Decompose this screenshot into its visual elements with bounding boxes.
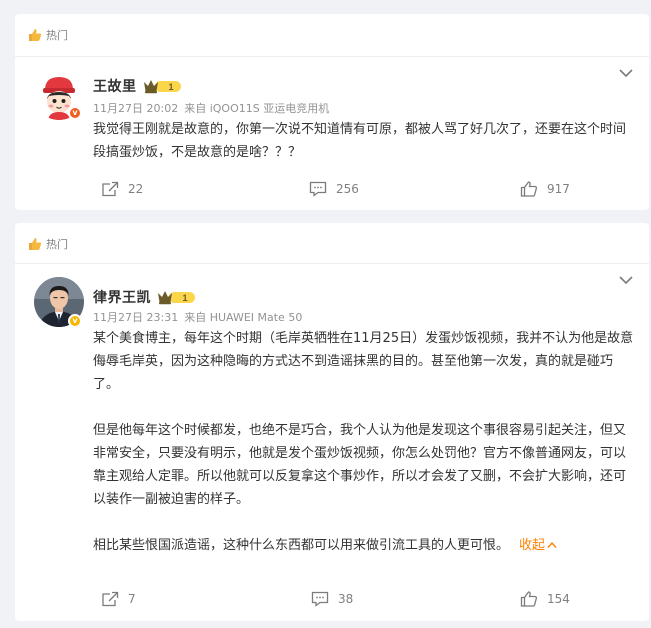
post-body: 我觉得王刚就是故意的，你第一次说不知道情有可原，都被人骂了好几次了，还要在这个时… <box>93 118 638 164</box>
divider <box>15 56 649 57</box>
paragraph-text: 相比某些恨国派造谣，这种什么东西都可以用来做引流工具的人更可恨。 <box>93 538 510 553</box>
thumbs-up-icon <box>29 238 42 250</box>
like-count: 917 <box>547 182 570 196</box>
hot-tag: 热门 <box>27 26 68 44</box>
post-meta: 11月27日 20:02 来自 iQOO11S 亚运电竞用机 <box>93 100 329 116</box>
repost-count: 22 <box>128 182 144 196</box>
repost-icon <box>102 181 119 197</box>
repost-button[interactable]: 7 <box>101 591 136 607</box>
timestamp[interactable]: 11月27日 23:31 <box>93 309 178 325</box>
action-bar: 7 38 154 <box>15 591 649 611</box>
like-icon <box>520 181 538 197</box>
like-button[interactable]: 917 <box>520 181 570 197</box>
repost-button[interactable]: 22 <box>101 181 143 197</box>
hot-label: 热门 <box>46 238 68 251</box>
comment-card: 热门 v 王故里 1 11月27日 20:02 来自 iQOO11S 亚运电竞用… <box>15 14 649 210</box>
verified-badge-icon: v <box>68 106 82 120</box>
crown-level-icon: 1 <box>143 80 181 94</box>
author-name[interactable]: 王故里 <box>93 76 137 96</box>
repost-count: 7 <box>128 592 136 606</box>
comment-count: 38 <box>338 592 354 606</box>
chevron-up-icon <box>547 541 557 548</box>
source-device: 来自 HUAWEI Mate 50 <box>184 311 303 324</box>
comment-icon <box>311 591 329 607</box>
comment-card: 热门 v 律界王凯 1 11月27日 23:31 来自 HUAWEI Mate … <box>15 223 649 621</box>
thumbs-up-icon <box>29 29 42 41</box>
crown-level-icon: 1 <box>158 291 195 305</box>
like-count: 154 <box>547 592 570 606</box>
comment-button[interactable]: 38 <box>311 591 353 607</box>
comment-button[interactable]: 256 <box>309 181 359 197</box>
hot-tag: 热门 <box>27 235 68 253</box>
chevron-down-icon[interactable] <box>619 68 633 78</box>
level-number: 1 <box>182 293 187 303</box>
paragraph: 我觉得王刚就是故意的，你第一次说不知道情有可原，都被人骂了好几次了，还要在这个时… <box>93 122 627 160</box>
author-row: 王故里 1 <box>93 76 183 96</box>
level-number: 1 <box>168 82 173 92</box>
chevron-down-icon[interactable] <box>619 275 633 285</box>
author-name[interactable]: 律界王凯 <box>93 287 151 307</box>
hot-label: 热门 <box>46 29 68 42</box>
source-device: 来自 iQOO11S 亚运电竞用机 <box>184 102 330 115</box>
like-button[interactable]: 154 <box>520 591 570 607</box>
post-body: 某个美食博主，每年这个时期（毛岸英牺牲在11月25日）发蛋炒饭视频，我并不认为他… <box>93 327 638 557</box>
repost-icon <box>102 591 119 607</box>
author-row: 律界王凯 1 <box>93 287 197 307</box>
paragraph: 相比某些恨国派造谣，这种什么东西都可以用来做引流工具的人更可恨。 收起 <box>93 534 638 557</box>
timestamp[interactable]: 11月27日 20:02 <box>93 100 178 116</box>
comment-icon <box>309 181 327 197</box>
like-icon <box>520 591 538 607</box>
divider <box>15 263 649 264</box>
verified-badge-icon: v <box>68 314 82 328</box>
comment-count: 256 <box>336 182 359 196</box>
collapse-link[interactable]: 收起 <box>519 538 557 553</box>
collapse-label: 收起 <box>519 538 546 553</box>
paragraph: 某个美食博主，每年这个时期（毛岸英牺牲在11月25日）发蛋炒饭视频，我并不认为他… <box>93 331 634 392</box>
action-bar: 22 256 917 <box>15 181 649 201</box>
post-meta: 11月27日 23:31 来自 HUAWEI Mate 50 <box>93 309 302 325</box>
paragraph: 但是他每年这个时候都发，也绝不是巧合，我个人认为他是发现这个事很容易引起关注，但… <box>93 423 627 507</box>
